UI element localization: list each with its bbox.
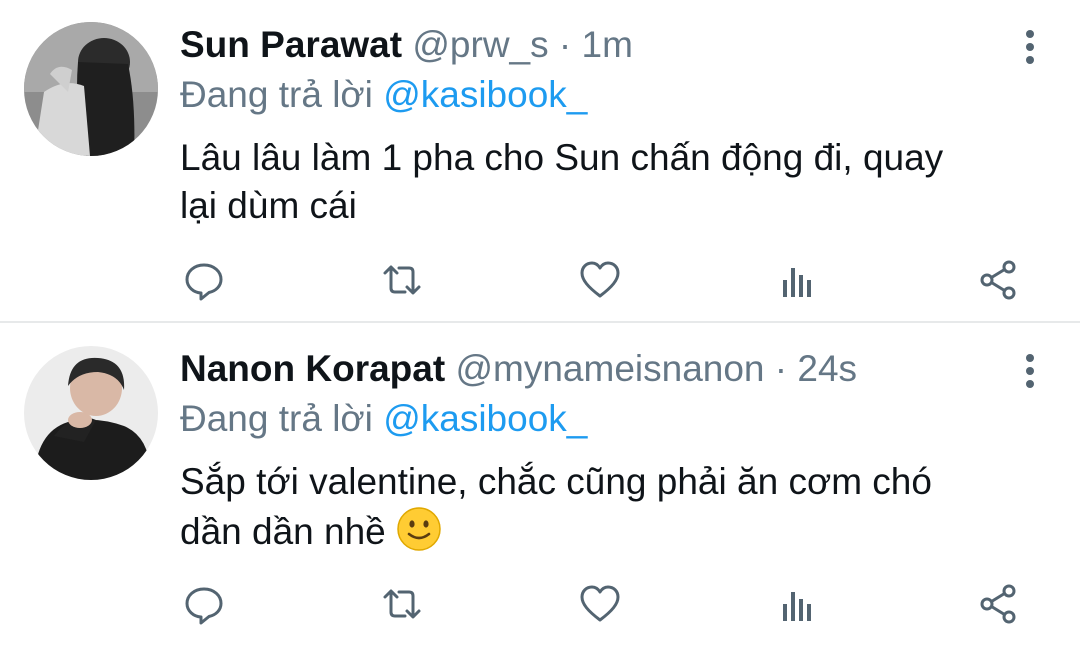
replying-to-label: Đang trả lời [180, 74, 373, 115]
tweet-actions [180, 582, 1040, 626]
retweet-icon[interactable] [380, 258, 424, 302]
tweet[interactable]: Sun Parawat @prw_s · 1m Đang trả lời @ka… [0, 0, 1080, 322]
replying-to: Đang trả lời @kasibook_ [180, 394, 587, 444]
replying-to-label: Đang trả lời [180, 398, 373, 439]
tweet-header: Nanon Korapat @mynameisnanon · 24s [180, 344, 857, 394]
share-icon[interactable] [976, 258, 1020, 302]
separator-dot: · [774, 348, 788, 389]
retweet-icon[interactable] [380, 582, 424, 626]
tweet-feed: Sun Parawat @prw_s · 1m Đang trả lời @ka… [0, 0, 1080, 650]
like-icon[interactable] [578, 582, 622, 626]
avatar-photo [24, 22, 158, 156]
tweet-text-line: lại dùm cái [180, 185, 357, 226]
reply-icon[interactable] [182, 258, 226, 302]
analytics-icon[interactable] [776, 582, 820, 626]
analytics-icon[interactable] [776, 258, 820, 302]
avatar[interactable] [24, 22, 158, 156]
display-name[interactable]: Sun Parawat [180, 24, 402, 65]
more-options-icon[interactable] [1024, 354, 1036, 390]
timestamp[interactable]: 1m [582, 24, 633, 65]
tweet-actions [180, 258, 1040, 302]
slightly-smiling-face-icon [397, 507, 441, 551]
like-icon[interactable] [578, 258, 622, 302]
avatar-photo [24, 346, 158, 480]
tweet-text: Sắp tới valentine, chắc cũng phải ăn cơm… [180, 458, 1040, 556]
replying-to: Đang trả lời @kasibook_ [180, 70, 587, 120]
tweet-text-fragment: dần dần nhề [180, 511, 386, 552]
separator-dot: · [558, 24, 572, 65]
avatar[interactable] [24, 346, 158, 480]
tweet[interactable]: Nanon Korapat @mynameisnanon · 24s Đang … [0, 324, 1080, 646]
user-handle[interactable]: @mynameisnanon [455, 348, 764, 389]
reply-mention-link[interactable]: @kasibook_ [383, 74, 587, 115]
display-name[interactable]: Nanon Korapat [180, 348, 445, 389]
divider [0, 321, 1080, 323]
reply-mention-link[interactable]: @kasibook_ [383, 398, 587, 439]
reply-icon[interactable] [182, 582, 226, 626]
user-handle[interactable]: @prw_s [412, 24, 548, 65]
tweet-text: Lâu lâu làm 1 pha cho Sun chấn động đi, … [180, 134, 1040, 230]
tweet-header: Sun Parawat @prw_s · 1m [180, 20, 633, 70]
tweet-text-line: Lâu lâu làm 1 pha cho Sun chấn động đi, … [180, 137, 944, 178]
more-options-icon[interactable] [1024, 30, 1036, 66]
share-icon[interactable] [976, 582, 1020, 626]
timestamp[interactable]: 24s [797, 348, 857, 389]
tweet-text-line: dần dần nhề [180, 506, 1040, 556]
tweet-text-line: Sắp tới valentine, chắc cũng phải ăn cơm… [180, 461, 932, 502]
